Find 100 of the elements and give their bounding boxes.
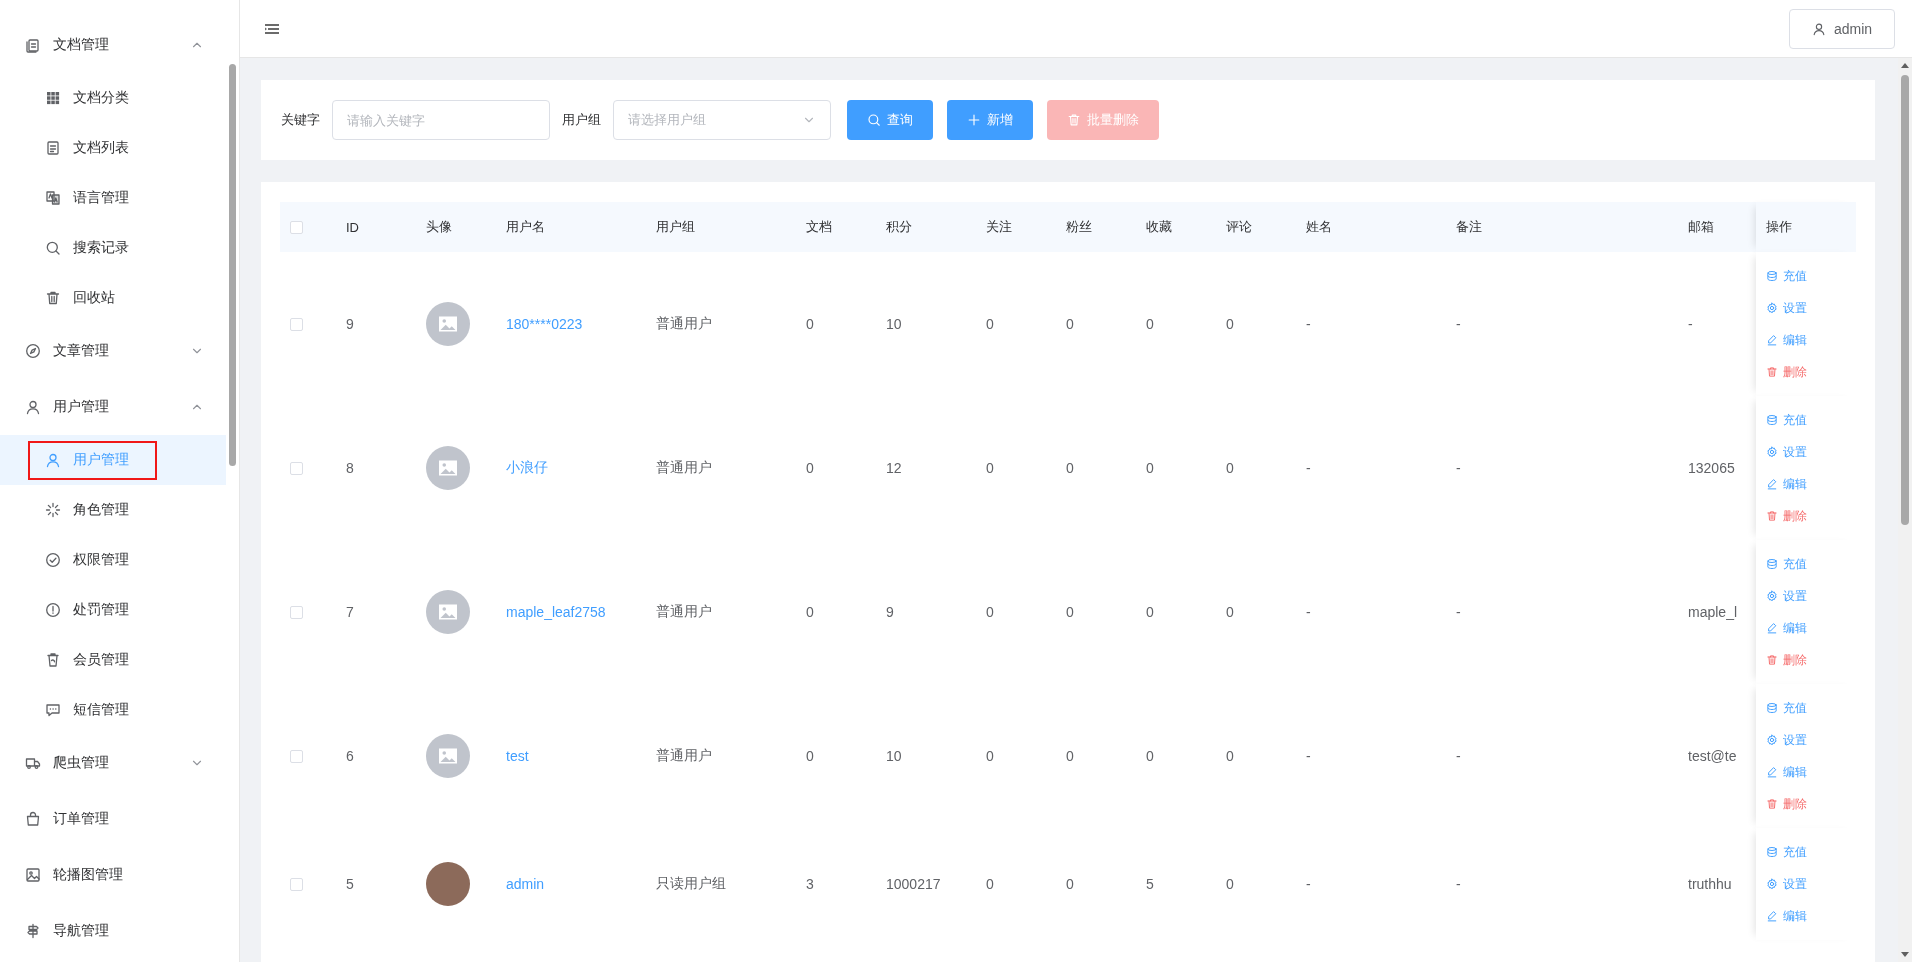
menu-group[interactable]: 文章管理: [0, 323, 226, 379]
database-icon: [1766, 702, 1778, 714]
table-cell: 9: [346, 316, 354, 332]
edit-link[interactable]: 编辑: [1766, 612, 1807, 644]
username-link[interactable]: test: [506, 748, 529, 764]
row-checkbox[interactable]: [290, 317, 303, 331]
username-link[interactable]: maple_leaf2758: [506, 604, 606, 620]
add-button[interactable]: 新增: [947, 100, 1033, 140]
recharge-link[interactable]: 充值: [1766, 836, 1807, 868]
menu-item[interactable]: 角色管理: [0, 485, 226, 535]
keyword-input[interactable]: 请输入关键字: [332, 100, 550, 140]
menu-item[interactable]: 搜索记录: [0, 223, 226, 273]
row-checkbox[interactable]: [290, 877, 303, 891]
user-icon: [25, 399, 41, 415]
user-icon: [45, 452, 61, 468]
menu-group[interactable]: 轮播图管理: [0, 847, 226, 903]
trash-icon: [1067, 113, 1081, 127]
table-cell: 0: [1226, 460, 1234, 476]
table-cell: -: [1306, 460, 1311, 476]
menu-item[interactable]: 用户管理: [0, 435, 226, 485]
scroll-down-icon[interactable]: [1901, 952, 1909, 957]
settings-link[interactable]: 设置: [1766, 436, 1807, 468]
menu-item[interactable]: 处罚管理: [0, 585, 226, 635]
row-checkbox[interactable]: [290, 605, 303, 619]
table-cell: 0: [986, 316, 994, 332]
table-cell: 7: [346, 604, 354, 620]
table-cell: -: [1456, 604, 1461, 620]
recharge-link[interactable]: 充值: [1766, 548, 1807, 580]
delete-link[interactable]: 删除: [1766, 644, 1807, 676]
row-checkbox[interactable]: [290, 749, 303, 763]
column-header: 姓名: [1306, 218, 1332, 236]
recharge-link[interactable]: 充值: [1766, 404, 1807, 436]
table-cell: 0: [806, 460, 814, 476]
username-link[interactable]: 180****0223: [506, 316, 583, 332]
column-header: 文档: [806, 218, 832, 236]
search-button[interactable]: 查询: [847, 100, 933, 140]
user-button[interactable]: admin: [1789, 8, 1895, 49]
menu-item-label: 搜索记录: [73, 239, 129, 257]
database-icon: [1766, 414, 1778, 426]
table-cell: 0: [806, 748, 814, 764]
menu-item-label: 角色管理: [73, 501, 129, 519]
edit-link[interactable]: 编辑: [1766, 900, 1807, 932]
menu-item[interactable]: 回收站: [0, 273, 226, 323]
delete-link[interactable]: 删除: [1766, 356, 1807, 388]
table-cell: 0: [1226, 316, 1234, 332]
bin-icon: [45, 652, 61, 668]
menu-item[interactable]: 语言管理: [0, 173, 226, 223]
username-link[interactable]: admin: [506, 876, 545, 892]
scrollbar[interactable]: [1898, 58, 1912, 962]
table-cell: 普通用户: [656, 315, 712, 333]
delete-link[interactable]: 删除: [1766, 788, 1807, 820]
column-header: ID: [346, 219, 359, 235]
settings-link[interactable]: 设置: [1766, 580, 1807, 612]
settings-icon: [1766, 734, 1778, 746]
chat-icon: [45, 702, 61, 718]
column-header: 操作: [1766, 218, 1792, 236]
settings-icon: [1766, 878, 1778, 890]
menu-group[interactable]: 用户管理: [0, 379, 226, 435]
menu-item[interactable]: 会员管理: [0, 635, 226, 685]
settings-link[interactable]: 设置: [1766, 868, 1807, 900]
pencil-icon: [1766, 766, 1778, 778]
table-cell: 5: [346, 876, 354, 892]
menu-group[interactable]: 导航管理: [0, 903, 226, 959]
username-link[interactable]: 小浪仔: [506, 459, 548, 477]
table-cell: 6: [346, 748, 354, 764]
recharge-link[interactable]: 充值: [1766, 260, 1807, 292]
menu-item[interactable]: 文档列表: [0, 123, 226, 173]
table-cell: 普通用户: [656, 459, 712, 477]
scrollbar-thumb[interactable]: [228, 64, 236, 466]
group-select[interactable]: 请选择用户组: [613, 100, 831, 140]
recharge-link[interactable]: 充值: [1766, 692, 1807, 724]
edit-link[interactable]: 编辑: [1766, 756, 1807, 788]
table-cell: 0: [1066, 604, 1074, 620]
table-cell: -: [1306, 748, 1311, 764]
pencil-icon: [1766, 478, 1778, 490]
menu-item[interactable]: 文档分类: [0, 73, 226, 123]
column-header: 收藏: [1146, 218, 1172, 236]
row-checkbox[interactable]: [290, 461, 303, 475]
menu-item[interactable]: 短信管理: [0, 685, 226, 735]
scrollbar-thumb[interactable]: [1901, 75, 1909, 525]
menu-group[interactable]: 爬虫管理: [0, 735, 226, 791]
scroll-up-icon[interactable]: [1901, 63, 1909, 68]
edit-link[interactable]: 编辑: [1766, 468, 1807, 500]
table-cell: 普通用户: [656, 747, 712, 765]
settings-link[interactable]: 设置: [1766, 292, 1807, 324]
menu-group[interactable]: 文档管理: [0, 17, 226, 73]
settings-icon: [1766, 446, 1778, 458]
table-cell: 0: [986, 460, 994, 476]
table-cell: 0: [1226, 748, 1234, 764]
settings-link[interactable]: 设置: [1766, 724, 1807, 756]
pencil-icon: [1766, 910, 1778, 922]
table-cell: 9: [886, 604, 894, 620]
edit-link[interactable]: 编辑: [1766, 324, 1807, 356]
column-header: 积分: [886, 218, 912, 236]
select-all-checkbox[interactable]: [290, 220, 303, 234]
menu-group[interactable]: 订单管理: [0, 791, 226, 847]
menu-item-label: 权限管理: [73, 551, 129, 569]
delete-link[interactable]: 删除: [1766, 500, 1807, 532]
table-cell: 0: [1226, 876, 1234, 892]
menu-item[interactable]: 权限管理: [0, 535, 226, 585]
